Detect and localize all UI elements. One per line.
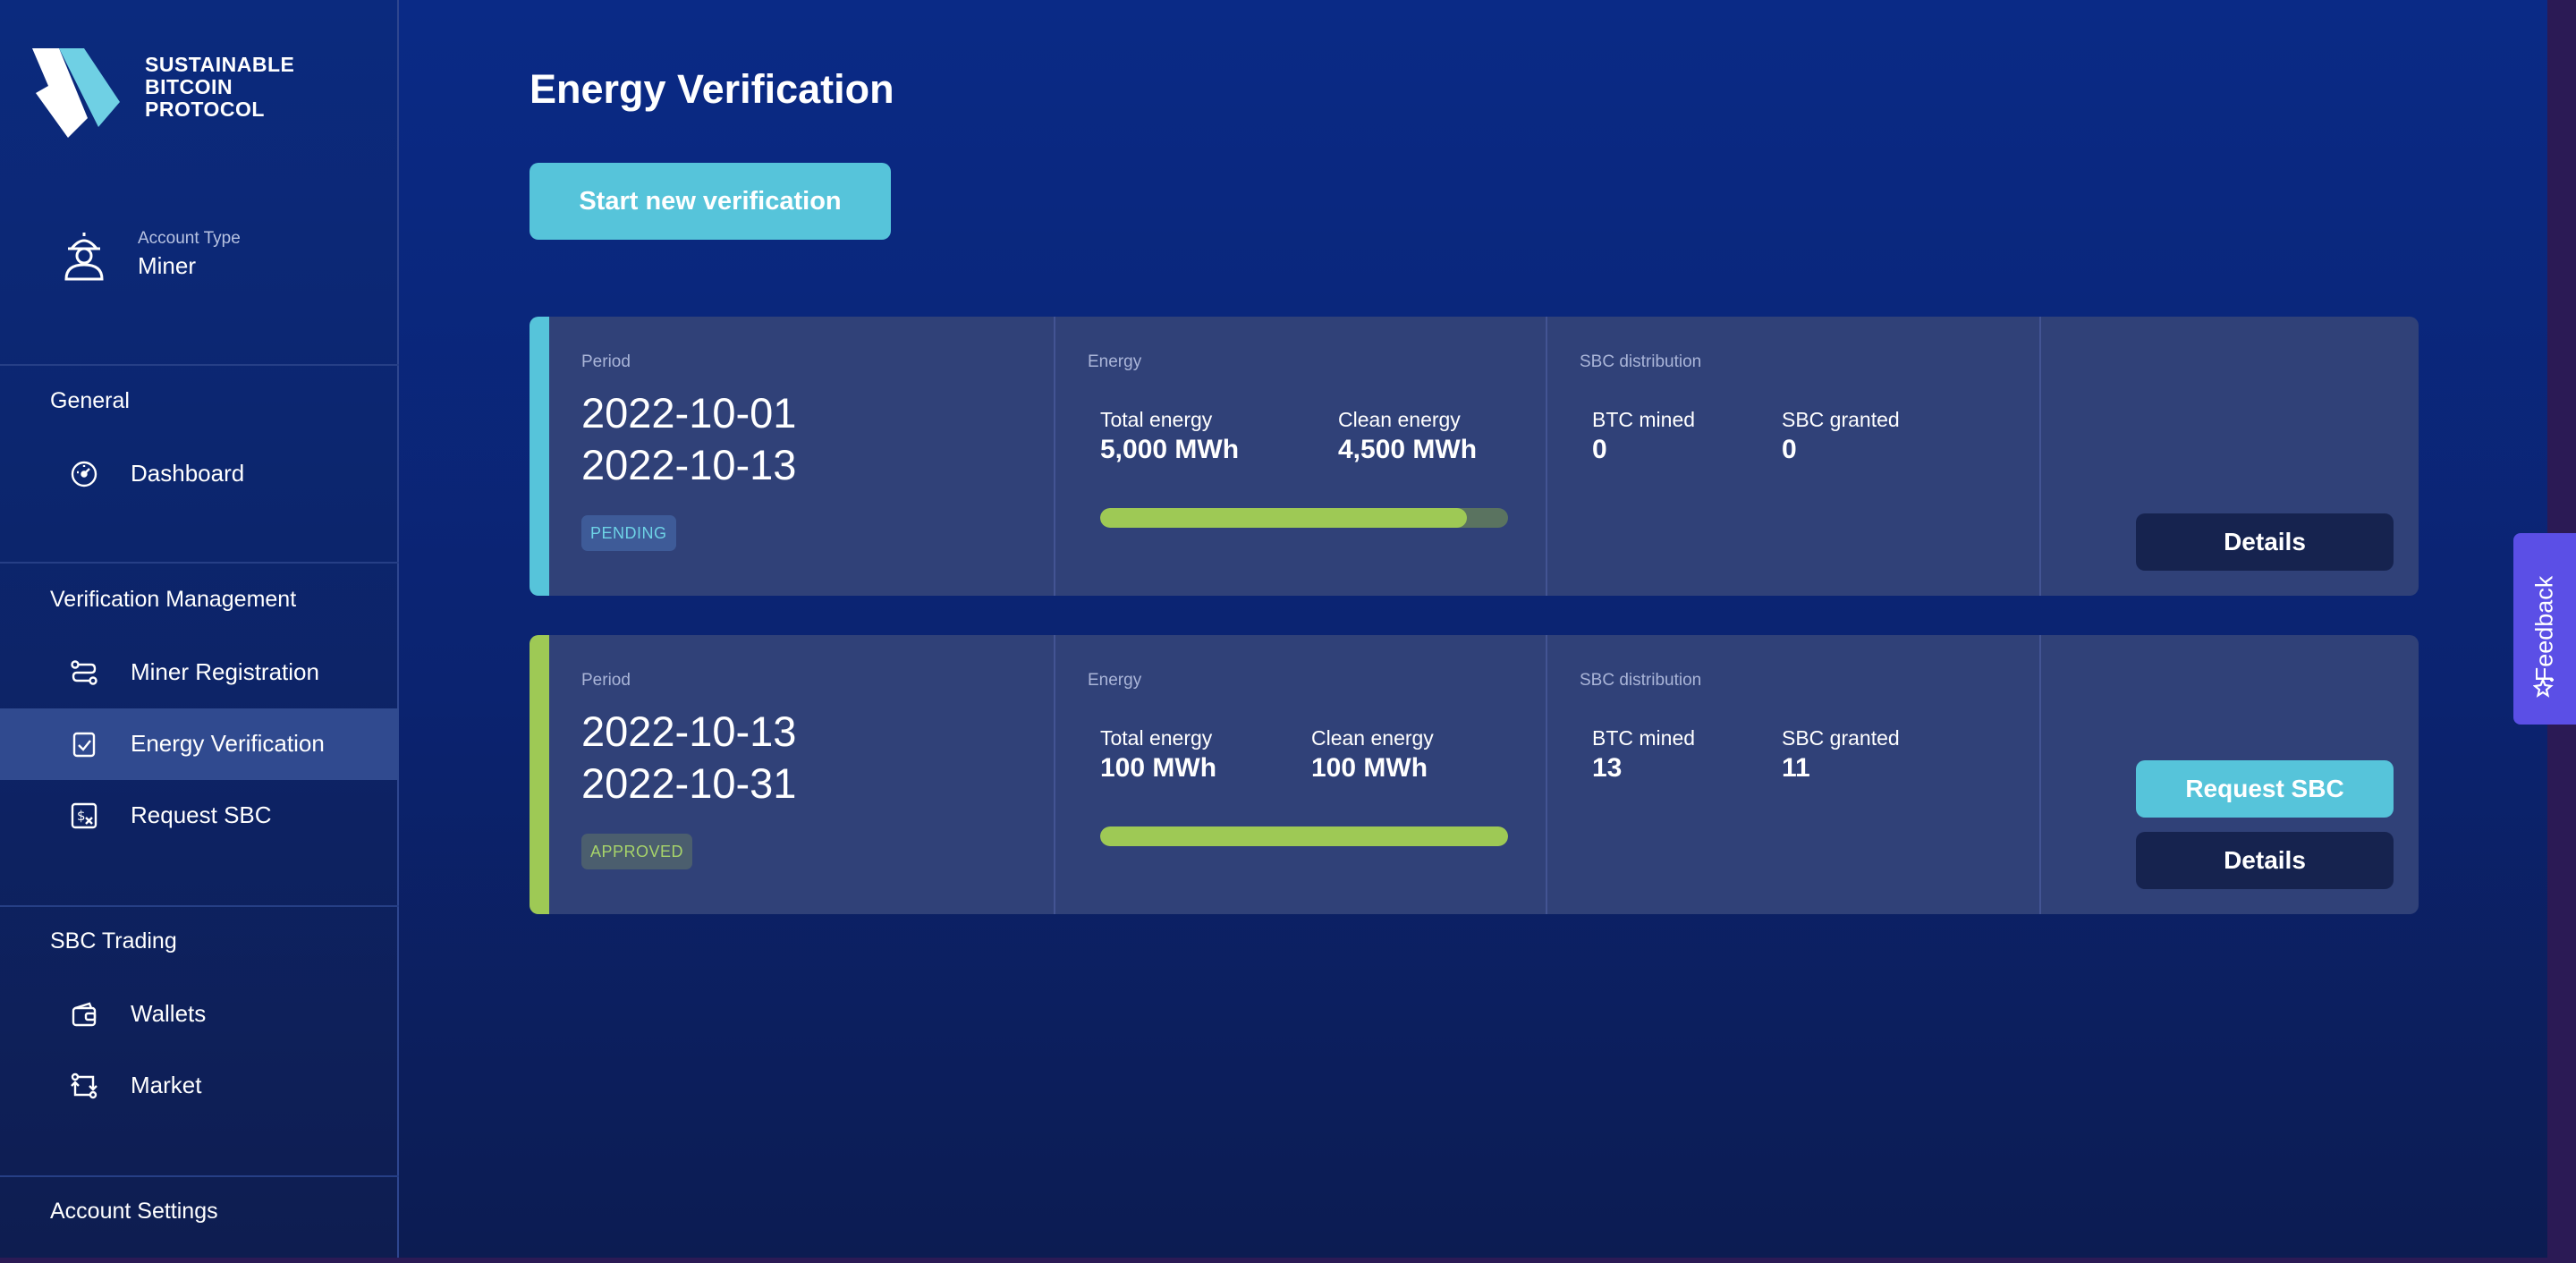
sidebar-divider (0, 364, 399, 366)
sidebar-item-request-sbc[interactable]: $ Request SBC (0, 780, 399, 852)
clean-energy-progress-fill (1100, 508, 1468, 528)
brand-logo[interactable]: SUSTAINABLE BITCOIN PROTOCOL (32, 45, 372, 143)
clean-energy-progress-fill (1100, 826, 1508, 846)
account-type-value: Miner (138, 252, 197, 279)
sidebar-item-label: Wallets (131, 1000, 207, 1027)
check-document-icon (72, 732, 96, 758)
column-divider (1054, 317, 1055, 596)
sidebar-item-energy-verification[interactable]: Energy Verification (0, 708, 399, 780)
route-icon (71, 660, 97, 685)
svg-text:$: $ (77, 808, 86, 824)
period-start: 2022-10-13 (581, 708, 797, 755)
column-divider (2039, 317, 2041, 596)
status-badge: PENDING (581, 515, 676, 551)
period-label: Period (581, 671, 631, 690)
sbc-granted-label: SBC granted (1782, 408, 1900, 431)
sidebar-item-label: Dashboard (131, 460, 245, 487)
sidebar-divider (0, 905, 399, 907)
total-energy-value: 100 MWh (1100, 753, 1217, 783)
sidebar-item-label: Miner Registration (131, 658, 319, 685)
sidebar-item-dashboard[interactable]: Dashboard (0, 438, 399, 510)
clean-energy-progress (1100, 826, 1508, 846)
sbc-granted-value: 11 (1782, 753, 1810, 783)
column-divider (1546, 317, 1547, 596)
section-title-verification-management: Verification Management (50, 587, 297, 612)
details-button[interactable]: Details (2136, 513, 2394, 571)
sbc-distribution-label: SBC distribution (1580, 671, 1702, 690)
sidebar-divider (0, 1175, 399, 1177)
miner-icon (64, 233, 104, 281)
total-energy-label: Total energy (1100, 726, 1213, 750)
total-energy-value: 5,000 MWh (1100, 435, 1240, 464)
total-energy-label: Total energy (1100, 408, 1213, 431)
column-divider (2039, 635, 2041, 914)
sidebar: SUSTAINABLE BITCOIN PROTOCOL Account Typ… (0, 0, 399, 1258)
sparkle-star-icon (2533, 677, 2554, 698)
clean-energy-label: Clean energy (1311, 726, 1434, 750)
period-end: 2022-10-13 (581, 441, 797, 488)
clean-energy-label: Clean energy (1338, 408, 1461, 431)
btc-mined-value: 0 (1592, 435, 1607, 464)
sidebar-item-wallets[interactable]: Wallets (0, 979, 399, 1050)
column-divider (1546, 635, 1547, 914)
verification-card: Period 2022-10-01 2022-10-13 PENDING Ene… (530, 317, 2419, 596)
app-window: SUSTAINABLE BITCOIN PROTOCOL Account Typ… (0, 0, 2547, 1258)
btc-mined-value: 13 (1592, 753, 1623, 783)
page-title: Energy Verification (530, 66, 894, 112)
section-title-general: General (50, 388, 130, 413)
sidebar-item-market[interactable]: Market (0, 1050, 399, 1122)
sidebar-item-label: Request SBC (131, 801, 272, 828)
sidebar-item-label: Market (131, 1072, 202, 1098)
details-button[interactable]: Details (2136, 832, 2394, 889)
period-start: 2022-10-01 (581, 389, 797, 437)
wallet-icon (72, 1002, 97, 1027)
sidebar-item-label: Energy Verification (131, 730, 325, 757)
btc-mined-label: BTC mined (1592, 408, 1696, 431)
section-title-account-settings[interactable]: Account Settings (50, 1199, 218, 1225)
dollar-exchange-icon: $ (71, 802, 97, 829)
clean-energy-progress (1100, 508, 1508, 528)
brand-name: SUSTAINABLE BITCOIN PROTOCOL (145, 53, 295, 121)
account-type: Account Type Miner (63, 225, 385, 288)
sbp-logo-icon (32, 48, 120, 138)
sbc-distribution-label: SBC distribution (1580, 352, 1702, 371)
energy-label: Energy (1088, 352, 1142, 371)
section-title-sbc-trading: SBC Trading (50, 928, 177, 954)
market-icon (71, 1072, 97, 1099)
column-divider (1054, 635, 1055, 914)
sidebar-divider (0, 562, 399, 564)
verification-card: Period 2022-10-13 2022-10-31 APPROVED En… (530, 635, 2419, 914)
clean-energy-value: 100 MWh (1311, 753, 1428, 783)
btc-mined-label: BTC mined (1592, 726, 1696, 750)
feedback-tab[interactable]: Feedback (2513, 533, 2576, 725)
account-type-label: Account Type (138, 229, 241, 248)
period-column: Period 2022-10-13 2022-10-31 APPROVED (530, 635, 1054, 914)
start-new-verification-button[interactable]: Start new verification (530, 163, 891, 240)
period-end: 2022-10-31 (581, 759, 797, 807)
sidebar-item-miner-registration[interactable]: Miner Registration (0, 637, 399, 708)
sbc-granted-label: SBC granted (1782, 726, 1900, 750)
period-label: Period (581, 352, 631, 371)
dashboard-icon (71, 461, 97, 487)
feedback-label: Feedback (2530, 575, 2558, 682)
sbc-granted-value: 0 (1782, 435, 1797, 464)
request-sbc-button[interactable]: Request SBC (2136, 760, 2394, 818)
clean-energy-value: 4,500 MWh (1338, 435, 1478, 464)
period-column: Period 2022-10-01 2022-10-13 PENDING (530, 317, 1054, 596)
energy-label: Energy (1088, 671, 1142, 690)
status-badge: APPROVED (581, 834, 693, 869)
